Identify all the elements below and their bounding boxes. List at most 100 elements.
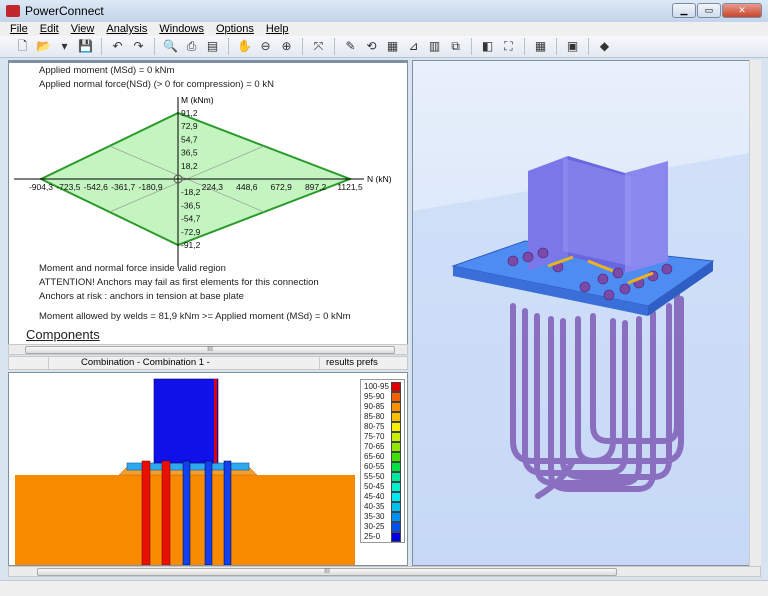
y-tick-label: 54,7 <box>181 134 198 144</box>
legend-label: 50-45 <box>364 482 385 491</box>
y-tick-label: 36,5 <box>181 148 198 158</box>
y-tick-label: -72,9 <box>181 227 201 237</box>
legend-swatch <box>391 412 401 422</box>
toolbar: 🗋 📂 ▾ 💾 ↶ ↷ 🔍 ⎙ ▤ ✋ ⊖ ⊕ ⤧ ✎ ⟲ ▦ ⊿ ▥ ⧉ ◧ ⛶ ▦ ▣ ◆ <box>0 36 768 58</box>
x-tick-label: -904,3 <box>29 182 53 192</box>
close-button[interactable]: ✕ <box>722 3 762 18</box>
y-tick-label: -36,5 <box>181 200 201 210</box>
y-tick-label: 91,2 <box>181 108 198 118</box>
column-section <box>153 378 219 464</box>
legend-swatch <box>391 402 401 412</box>
menu-edit[interactable]: Edit <box>40 22 59 36</box>
x-tick-label: 448,6 <box>236 182 258 192</box>
legend-swatch <box>391 442 401 452</box>
legend-label: 60-55 <box>364 462 385 471</box>
combination-status-bar: Combination - Combination 1 - results pr… <box>8 356 408 370</box>
status-bar <box>0 580 768 596</box>
results-horizontal-scrollbar[interactable]: III <box>8 344 408 355</box>
print-preview-icon[interactable]: 🔍 <box>162 38 179 55</box>
zoom-extents-icon[interactable]: ⤧ <box>310 38 327 55</box>
monitor-icon[interactable]: ▣ <box>564 38 581 55</box>
section-icon[interactable]: ▦ <box>384 38 401 55</box>
menu-file[interactable]: File <box>10 22 28 36</box>
results-prefs-label[interactable]: results prefs <box>319 357 378 369</box>
zoom-out-icon[interactable]: ⊖ <box>257 38 274 55</box>
layers-icon[interactable]: ◧ <box>479 38 496 55</box>
rotate-icon[interactable]: ⟲ <box>363 38 380 55</box>
3d-model <box>413 151 760 565</box>
open-icon[interactable]: 📂 <box>35 38 52 55</box>
legend-label: 80-75 <box>364 422 385 431</box>
save-icon[interactable]: 💾 <box>77 38 94 55</box>
legend-swatch <box>391 422 401 432</box>
toolbar-separator <box>524 38 525 55</box>
main-horizontal-scrollbar[interactable]: III <box>8 566 761 577</box>
stress-section-drawing <box>15 378 355 565</box>
menu-options[interactable]: Options <box>216 22 254 36</box>
print-icon[interactable]: ⎙ <box>183 38 200 55</box>
combination-label: Combination - Combination 1 - <box>81 357 210 368</box>
3d-view[interactable] <box>412 60 761 566</box>
legend-label: 35-30 <box>364 512 385 521</box>
legend-label: 100-95 <box>364 382 389 391</box>
x-tick-label: -723,5 <box>56 182 80 192</box>
toolbar-separator <box>228 38 229 55</box>
minimize-button[interactable]: ▁ <box>672 3 696 18</box>
column-web-3d <box>563 158 631 266</box>
x-tick-label: 672,9 <box>271 182 293 192</box>
report-icon[interactable]: ▤ <box>204 38 221 55</box>
axes-icon[interactable]: ⊿ <box>405 38 422 55</box>
legend-swatch <box>391 472 401 482</box>
x-tick-label: 897,2 <box>305 182 327 192</box>
x-tick-label: -180,9 <box>139 182 163 192</box>
toolbar-separator <box>334 38 335 55</box>
maximize-button[interactable]: ▭ <box>697 3 721 18</box>
anchor-warning-text: ATTENTION! Anchors may fail as first ele… <box>39 277 319 288</box>
y-tick-label: 18,2 <box>181 161 198 171</box>
results-pane: Applied moment (MSd) = 0 kNm Applied nor… <box>8 60 408 346</box>
legend-swatch <box>391 382 401 392</box>
toolbar-separator <box>471 38 472 55</box>
anchor-bolt <box>161 460 171 565</box>
legend-swatch <box>391 462 401 472</box>
redo-icon[interactable]: ↷ <box>130 38 147 55</box>
menu-windows[interactable]: Windows <box>159 22 204 36</box>
valid-region-text: Moment and normal force inside valid reg… <box>39 263 226 274</box>
book-icon[interactable]: ◆ <box>596 38 613 55</box>
legend-label: 40-35 <box>364 502 385 511</box>
legend-swatch <box>391 452 401 462</box>
legend-label: 75-70 <box>364 432 385 441</box>
x-tick-label: 224,3 <box>202 182 224 192</box>
undo-icon[interactable]: ↶ <box>109 38 126 55</box>
anchors-risk-text: Anchors at risk : anchors in tension at … <box>39 291 244 302</box>
legend-swatch <box>391 392 401 402</box>
toolbar-separator <box>101 38 102 55</box>
menu-view[interactable]: View <box>71 22 95 36</box>
anchor-bolt <box>223 460 232 565</box>
y-tick-label: -18,2 <box>181 187 201 197</box>
menu-help[interactable]: Help <box>266 22 289 36</box>
x-tick-label: -361,7 <box>111 182 135 192</box>
applied-moment-text: Applied moment (MSd) = 0 kNm <box>39 65 175 76</box>
fit-frame-icon[interactable]: ⛶ <box>500 38 517 55</box>
applied-normal-text: Applied normal force(NSd) (> 0 for compr… <box>39 79 274 90</box>
dropdown-icon[interactable]: ▾ <box>56 38 73 55</box>
calculator-icon[interactable]: ▦ <box>532 38 549 55</box>
y-tick-label: -91,2 <box>181 240 201 250</box>
toolbar-separator <box>154 38 155 55</box>
pan-hand-icon[interactable]: ✋ <box>236 38 253 55</box>
menu-analysis[interactable]: Analysis <box>106 22 147 36</box>
new-icon[interactable]: 🗋 <box>14 38 31 55</box>
stress-legend: 100-95 95-90 90-85 85-80 80-75 75-70 70-65 65-6… <box>360 379 405 543</box>
legend-label: 90-85 <box>364 402 385 411</box>
color-scale-icon[interactable]: ▥ <box>426 38 443 55</box>
toolbar-separator <box>556 38 557 55</box>
stress-view-pane: 100-95 95-90 90-85 85-80 80-75 75-70 70-65 65-6… <box>8 372 408 566</box>
copy-icon[interactable]: ⧉ <box>447 38 464 55</box>
zoom-in-icon[interactable]: ⊕ <box>278 38 295 55</box>
pencil-icon[interactable]: ✎ <box>342 38 359 55</box>
legend-swatch <box>391 532 401 542</box>
legend-swatch <box>391 512 401 522</box>
3d-vertical-scrollbar[interactable] <box>749 60 761 566</box>
anchor-bolt <box>182 460 191 565</box>
